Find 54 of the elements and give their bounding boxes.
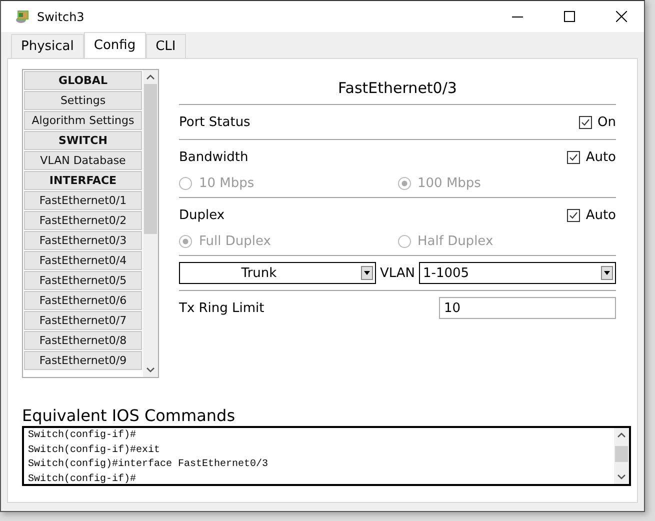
section-header: SWITCH [24,131,142,150]
command-line: Switch(config-if)# [28,429,138,443]
scrollbar[interactable] [143,70,158,377]
section-header: GLOBAL [24,71,142,90]
port-status-label: Port Status [179,114,250,130]
radio-label: Half Duplex [418,234,494,249]
checkbox[interactable]: Auto [566,150,616,164]
sidebar-item[interactable]: Settings [24,91,142,110]
tab[interactable]: Physical [11,34,84,58]
scroll-down-icon[interactable] [617,474,626,480]
dropdown-arrow-icon[interactable] [364,271,370,275]
vlan-dropdown[interactable]: 1-1005 [419,262,616,284]
duplex-label: Duplex [179,208,225,222]
vlan-label: VLAN [380,266,416,280]
dropdown-arrow-icon[interactable] [604,271,610,275]
scroll-down-icon[interactable] [146,367,155,373]
sidebar-item[interactable]: FastEthernet0/3 [24,231,142,250]
sidebar-item[interactable]: FastEthernet0/7 [24,311,142,330]
sidebar-item[interactable]: FastEthernet0/2 [24,211,142,230]
scrollbar[interactable] [614,428,629,484]
radio-label: Full Duplex [199,234,271,249]
checkmark-icon [568,152,578,162]
sidebar-item[interactable]: FastEthernet0/1 [24,191,142,210]
tab[interactable]: Config [84,32,146,58]
sidebar-item[interactable]: FastEthernet0/6 [24,291,142,310]
sidebar-item[interactable]: FastEthernet0/4 [24,251,142,270]
window-title: Switch3 [37,10,86,24]
bandwidth-label: Bandwidth [179,150,248,164]
radio-label: 10 Mbps [199,176,254,191]
tab[interactable]: CLI [146,34,186,58]
sidebar-item[interactable]: Algorithm Settings [24,111,142,130]
sidebar-item[interactable]: FastEthernet0/5 [24,271,142,290]
radio-label: 100 Mbps [418,176,481,191]
maximize-icon [564,11,574,22]
section-header: INTERFACE [24,171,142,190]
command-line: Switch(config-if)# [28,472,138,486]
interface-title: FastEthernet0/3 [179,69,616,105]
checkbox[interactable]: Auto [566,208,616,222]
checkbox[interactable]: On [578,114,616,130]
switch-icon [15,8,31,24]
sidebar-item[interactable]: VLAN Database [24,151,142,170]
tx-ring-limit-field[interactable]: 10 [439,297,616,319]
close-icon [616,11,626,22]
sidebar-item[interactable]: FastEthernet0/8 [24,331,142,350]
checkmark-icon [580,118,590,126]
scroll-up-icon[interactable] [146,74,155,80]
command-line: Switch(config)#interface FastEthernet0/3 [28,458,270,472]
tx-ring-limit-label: Tx Ring Limit [179,300,264,316]
scroll-up-icon[interactable] [617,432,626,438]
ios-commands-title: Equivalent IOS Commands [22,406,236,425]
sidebar-item[interactable]: FastEthernet0/9 [24,351,142,370]
command-line: Switch(config-if)#exit [28,444,162,458]
checkmark-icon [568,210,578,220]
mode-dropdown[interactable]: Trunk [179,262,376,284]
